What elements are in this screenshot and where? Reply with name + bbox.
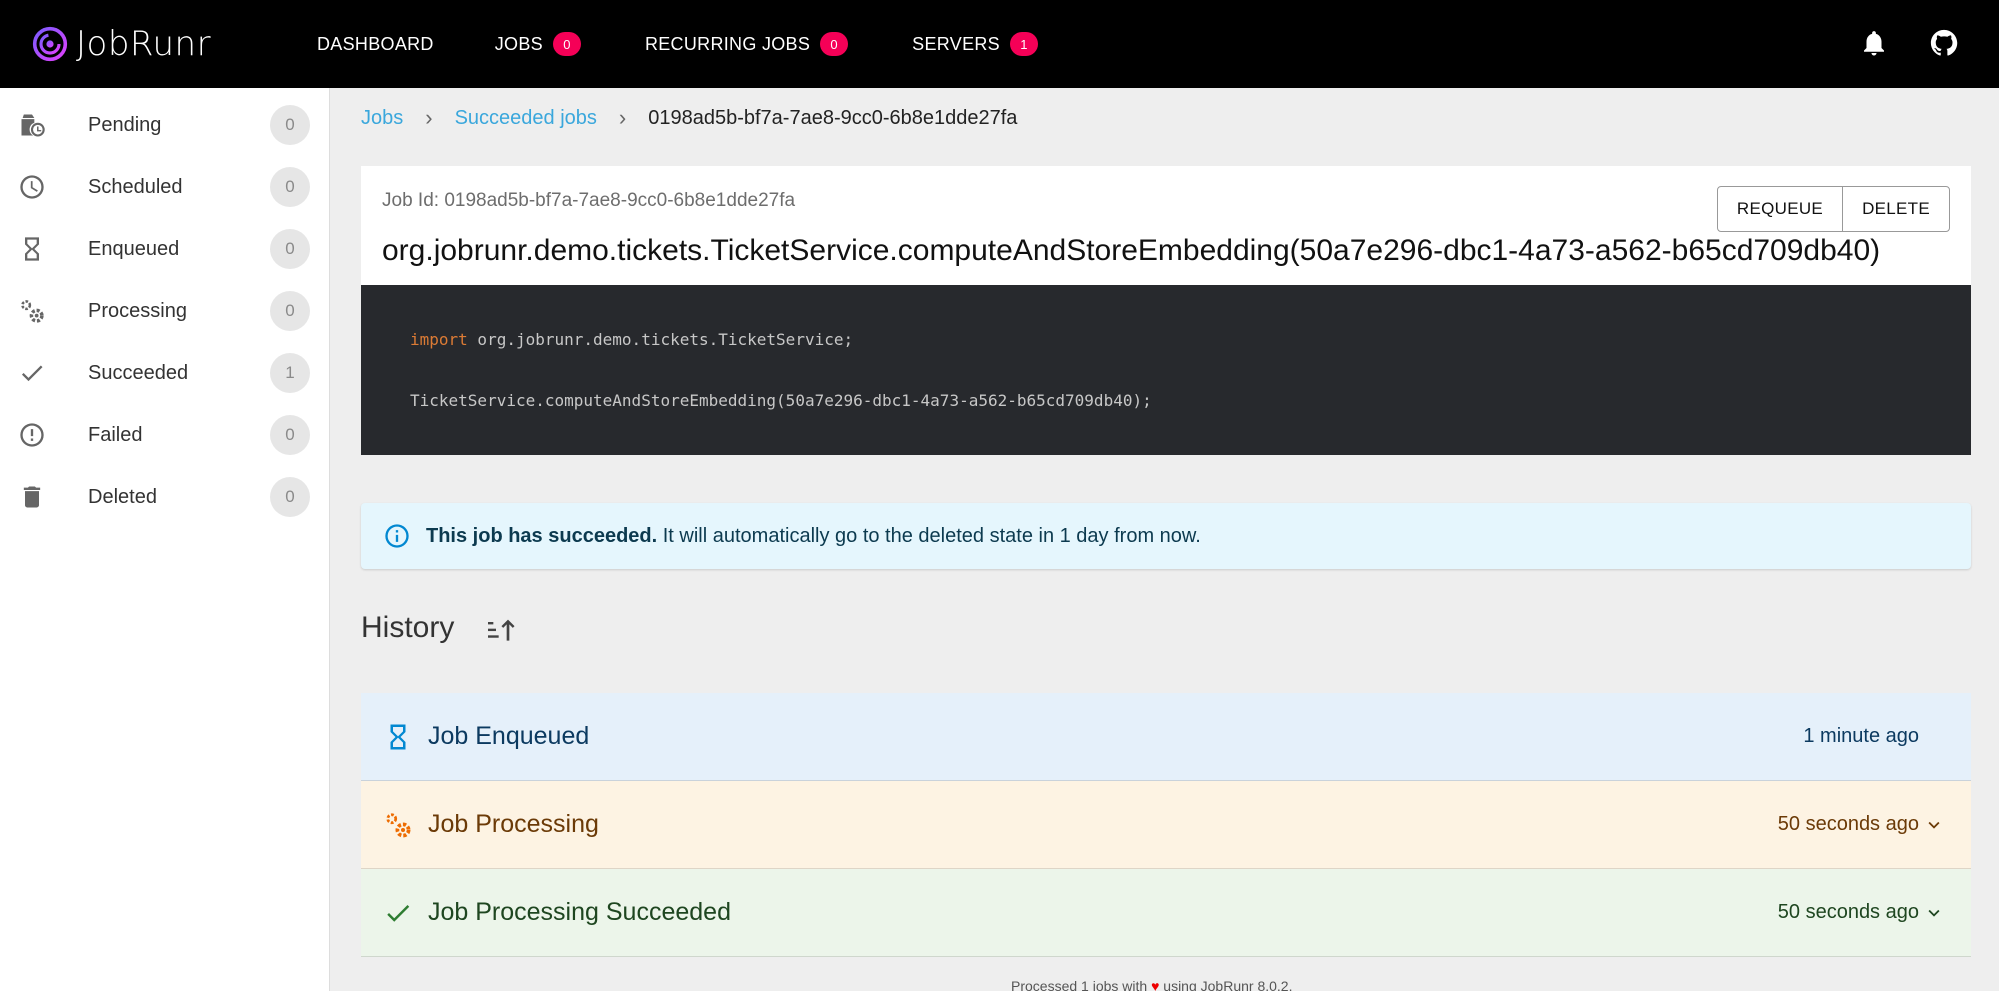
breadcrumb-jobs-link[interactable]: Jobs (361, 107, 403, 130)
sidebar-item-label: Enqueued (88, 237, 180, 260)
code-import-path: org.jobrunr.demo.tickets.TicketService; (467, 330, 854, 349)
clock-icon (18, 173, 46, 201)
chevron-right-icon: › (618, 105, 627, 130)
sidebar-item-label: Succeeded (88, 361, 189, 384)
alert-detail-text: It will automatically go to the deleted … (657, 524, 1201, 547)
history-title: History (361, 611, 455, 644)
job-status-alert: This job has succeeded. It will automati… (361, 503, 1971, 569)
requeue-button[interactable]: REQUEUE (1718, 187, 1842, 231)
sidebar-item-failed[interactable]: Failed 0 (0, 404, 330, 466)
footer-suffix: using JobRunr 8.0.2. (1159, 978, 1293, 991)
code-block: import org.jobrunr.demo.tickets.TicketSe… (361, 285, 1971, 455)
hourglass-icon (18, 235, 46, 263)
history-item-enqueued[interactable]: Job Enqueued 1 minute ago (361, 693, 1971, 781)
code-call-line: TicketService.computeAndStoreEmbedding(5… (410, 391, 1152, 410)
sidebar-item-label: Processing (88, 299, 187, 322)
history-item-label: Job Processing Succeeded (428, 898, 731, 926)
info-icon (385, 524, 409, 548)
top-icons (1859, 28, 1959, 58)
delete-button[interactable]: DELETE (1842, 187, 1949, 231)
jobs-count-badge: 0 (552, 32, 581, 56)
check-icon (18, 359, 46, 387)
code-keyword: import (410, 330, 468, 349)
nav-dashboard[interactable]: DASHBOARD (317, 34, 434, 55)
sidebar-item-label: Scheduled (88, 175, 183, 198)
job-signature: org.jobrunr.demo.tickets.TicketService.c… (382, 234, 1881, 267)
sidebar-item-count: 0 (270, 291, 310, 331)
sidebar: Pending 0 Scheduled 0 Enqueued 0 Process… (0, 88, 330, 991)
error-icon (18, 421, 46, 449)
recurring-count-badge: 0 (820, 32, 849, 56)
sidebar-item-count: 0 (270, 477, 310, 517)
breadcrumb-succeeded-link[interactable]: Succeeded jobs (455, 107, 597, 130)
sidebar-item-label: Failed (88, 423, 143, 446)
sidebar-item-succeeded[interactable]: Succeeded 1 (0, 342, 330, 404)
main-nav: DASHBOARD JOBS 0 RECURRING JOBS 0 SERVER… (300, 0, 1054, 88)
footer: Processed 1 jobs with ♥ using JobRunr 8.… (1011, 978, 1292, 991)
gears-icon (383, 810, 413, 840)
sidebar-item-processing[interactable]: Processing 0 (0, 280, 330, 342)
breadcrumb-current: 0198ad5b-bf7a-7ae8-9cc0-6b8e1dde27fa (648, 106, 1018, 129)
top-app-bar: JobRunr DASHBOARD JOBS 0 RECURRING JOBS … (0, 0, 1999, 88)
nav-servers-label: SERVERS (912, 33, 1000, 54)
bell-icon[interactable] (1859, 28, 1889, 58)
gears-icon (18, 297, 46, 325)
nav-dashboard-label: DASHBOARD (317, 33, 434, 54)
github-icon[interactable] (1929, 28, 1959, 58)
alert-text: This job has succeeded. It will automati… (426, 525, 1201, 548)
history-item-label: Job Enqueued (428, 722, 590, 750)
check-icon (383, 898, 413, 928)
sidebar-item-count: 0 (270, 415, 310, 455)
nav-recurring-label: RECURRING JOBS (644, 33, 811, 54)
job-actions: REQUEUE DELETE (1716, 186, 1950, 232)
history-item-succeeded[interactable]: Job Processing Succeeded 50 seconds ago (361, 869, 1971, 957)
sidebar-item-enqueued[interactable]: Enqueued 0 (0, 218, 330, 280)
nav-jobs-label: JOBS (494, 33, 543, 54)
sort-icon[interactable] (484, 614, 516, 646)
app-name: JobRunr (76, 24, 212, 64)
history-item-processing[interactable]: Job Processing 50 seconds ago (361, 781, 1971, 869)
pending-icon (18, 111, 46, 139)
jobrunr-logo[interactable]: JobRunr (32, 24, 211, 64)
sidebar-item-label: Deleted (88, 485, 157, 508)
sidebar-item-count: 0 (270, 105, 310, 145)
footer-prefix: Processed 1 jobs with (1011, 978, 1152, 991)
history-item-time: 50 seconds ago (1777, 901, 1919, 923)
sidebar-item-deleted[interactable]: Deleted 0 (0, 466, 330, 528)
sidebar-item-scheduled[interactable]: Scheduled 0 (0, 156, 330, 218)
trash-icon (18, 483, 46, 511)
hourglass-icon (383, 722, 413, 752)
job-id: Job Id: 0198ad5b-bf7a-7ae8-9cc0-6b8e1dde… (382, 190, 796, 211)
chevron-right-icon: › (425, 105, 433, 130)
sidebar-item-count: 1 (270, 353, 310, 393)
history-item-time: 1 minute ago (1803, 725, 1919, 747)
nav-recurring-jobs[interactable]: RECURRING JOBS 0 (644, 32, 849, 56)
sidebar-item-count: 0 (270, 167, 310, 207)
chevron-down-icon[interactable] (1923, 814, 1945, 836)
history-item-time: 50 seconds ago (1777, 813, 1919, 835)
alert-bold-text: This job has succeeded. (426, 524, 658, 547)
sidebar-item-pending[interactable]: Pending 0 (0, 94, 330, 156)
sidebar-item-label: Pending (88, 113, 162, 136)
nav-jobs[interactable]: JOBS 0 (495, 32, 581, 56)
history-item-label: Job Processing (428, 810, 599, 838)
sidebar-item-count: 0 (270, 229, 310, 269)
servers-count-badge: 1 (1009, 32, 1038, 56)
breadcrumb: Jobs › Succeeded jobs › 0198ad5b-bf7a-7a… (361, 105, 1018, 130)
nav-servers[interactable]: SERVERS 1 (912, 32, 1038, 56)
jobrunr-logo-icon (32, 26, 68, 62)
job-details-card: Job Id: 0198ad5b-bf7a-7ae8-9cc0-6b8e1dde… (361, 166, 1971, 455)
chevron-down-icon[interactable] (1923, 902, 1945, 924)
code-import-line: import org.jobrunr.demo.tickets.TicketSe… (410, 330, 853, 349)
